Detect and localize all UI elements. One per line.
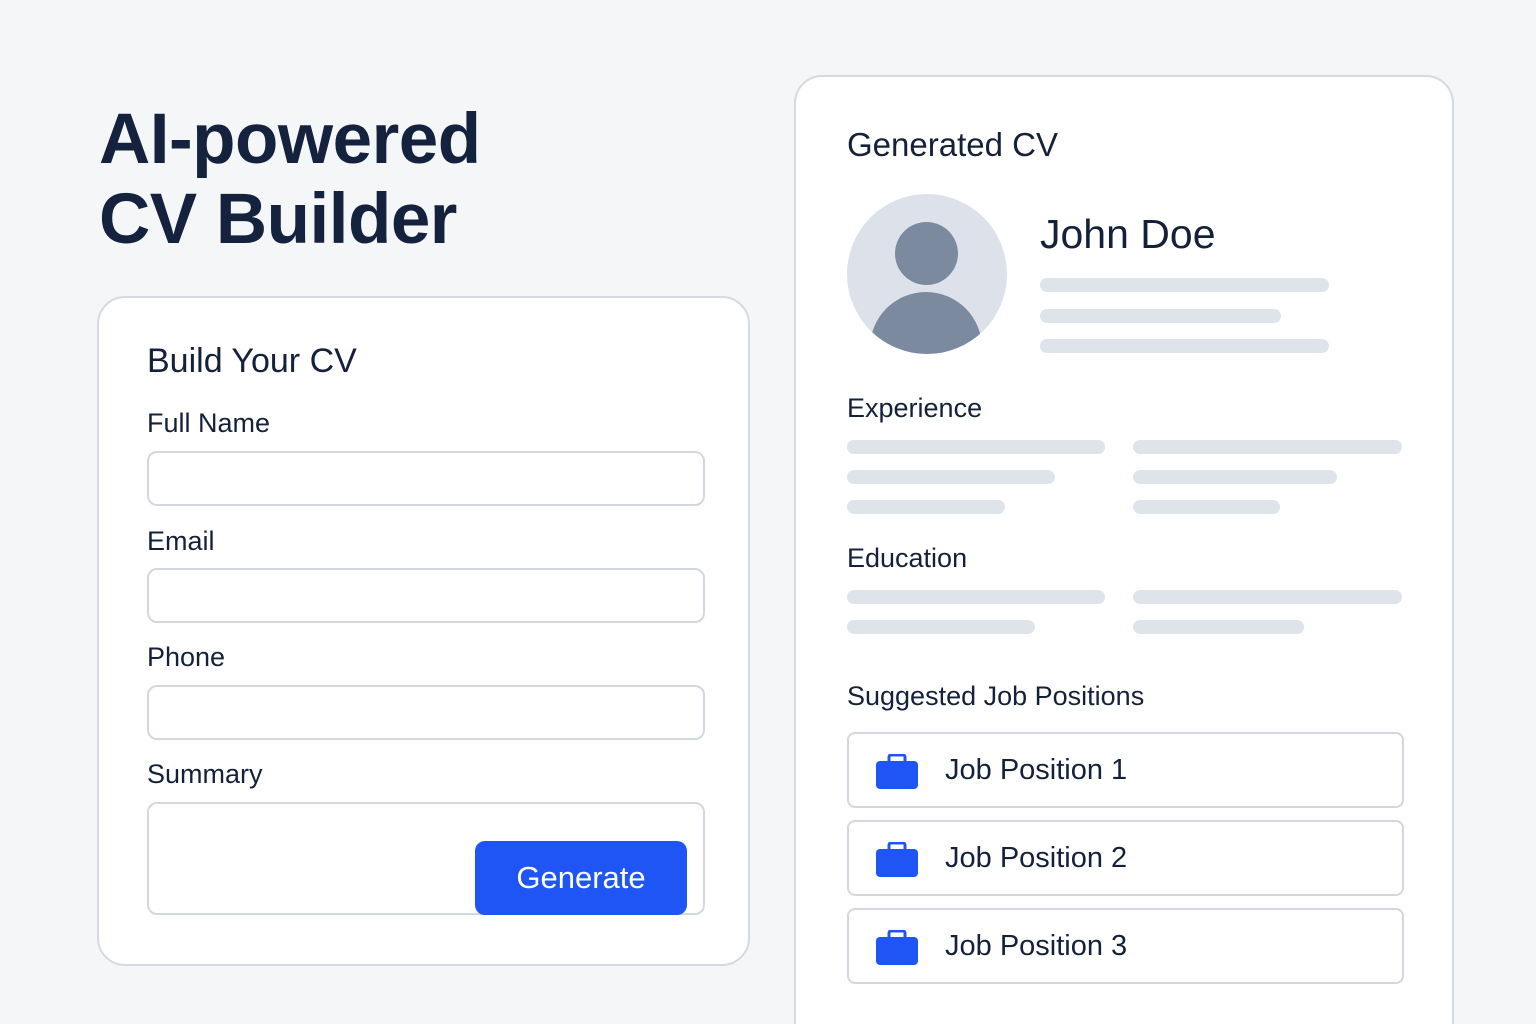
- education-heading: Education: [847, 543, 968, 573]
- generated-cv-panel: Generated CV John Doe Experience Educati…: [794, 75, 1454, 1024]
- hero-title-line-2: CV Builder: [99, 180, 457, 259]
- page: AI-powered CV Builder Build Your CV Full…: [0, 0, 1536, 1024]
- experience-heading: Experience: [847, 393, 983, 423]
- email-input[interactable]: [147, 568, 705, 623]
- experience-placeholder-line: [1133, 500, 1280, 514]
- header-placeholder-line: [1040, 309, 1281, 323]
- experience-placeholder-line: [1133, 440, 1402, 454]
- job-position-label: Job Position 3: [945, 930, 1128, 962]
- avatar-body-shape: [870, 292, 982, 354]
- education-placeholder-line: [847, 590, 1105, 604]
- hero-title-line-1: AI-powered: [99, 100, 481, 179]
- summary-label: Summary: [147, 759, 263, 789]
- education-placeholder-line: [847, 620, 1035, 634]
- hero-title: AI-powered CV Builder: [99, 100, 481, 260]
- experience-placeholder-line: [847, 440, 1105, 454]
- cv-title: Generated CV: [847, 126, 1058, 163]
- form-title: Build Your CV: [147, 342, 357, 380]
- build-cv-form: Build Your CV Full Name Email Phone Summ…: [97, 296, 750, 966]
- job-position-item[interactable]: Job Position 2: [847, 820, 1404, 896]
- avatar-head-shape: [895, 222, 958, 285]
- briefcase-icon: [876, 930, 918, 965]
- header-placeholder-line: [1040, 278, 1329, 292]
- experience-placeholder-line: [1133, 470, 1337, 484]
- experience-placeholder-line: [847, 470, 1055, 484]
- education-placeholder-line: [1133, 620, 1304, 634]
- experience-placeholder-line: [847, 500, 1005, 514]
- full-name-label: Full Name: [147, 408, 271, 438]
- generate-button[interactable]: Generate: [475, 841, 687, 915]
- suggested-jobs-heading: Suggested Job Positions: [847, 681, 1145, 711]
- full-name-input[interactable]: [147, 451, 705, 506]
- briefcase-icon: [876, 842, 918, 877]
- email-label: Email: [147, 526, 215, 556]
- header-placeholder-line: [1040, 339, 1329, 353]
- education-placeholder-line: [1133, 590, 1402, 604]
- job-position-item[interactable]: Job Position 1: [847, 732, 1404, 808]
- cv-name: John Doe: [1040, 211, 1216, 257]
- job-position-label: Job Position 1: [945, 754, 1128, 786]
- briefcase-icon: [876, 754, 918, 789]
- phone-label: Phone: [147, 642, 226, 672]
- job-position-label: Job Position 2: [945, 842, 1128, 874]
- job-position-item[interactable]: Job Position 3: [847, 908, 1404, 984]
- avatar: [847, 194, 1007, 354]
- phone-input[interactable]: [147, 685, 705, 740]
